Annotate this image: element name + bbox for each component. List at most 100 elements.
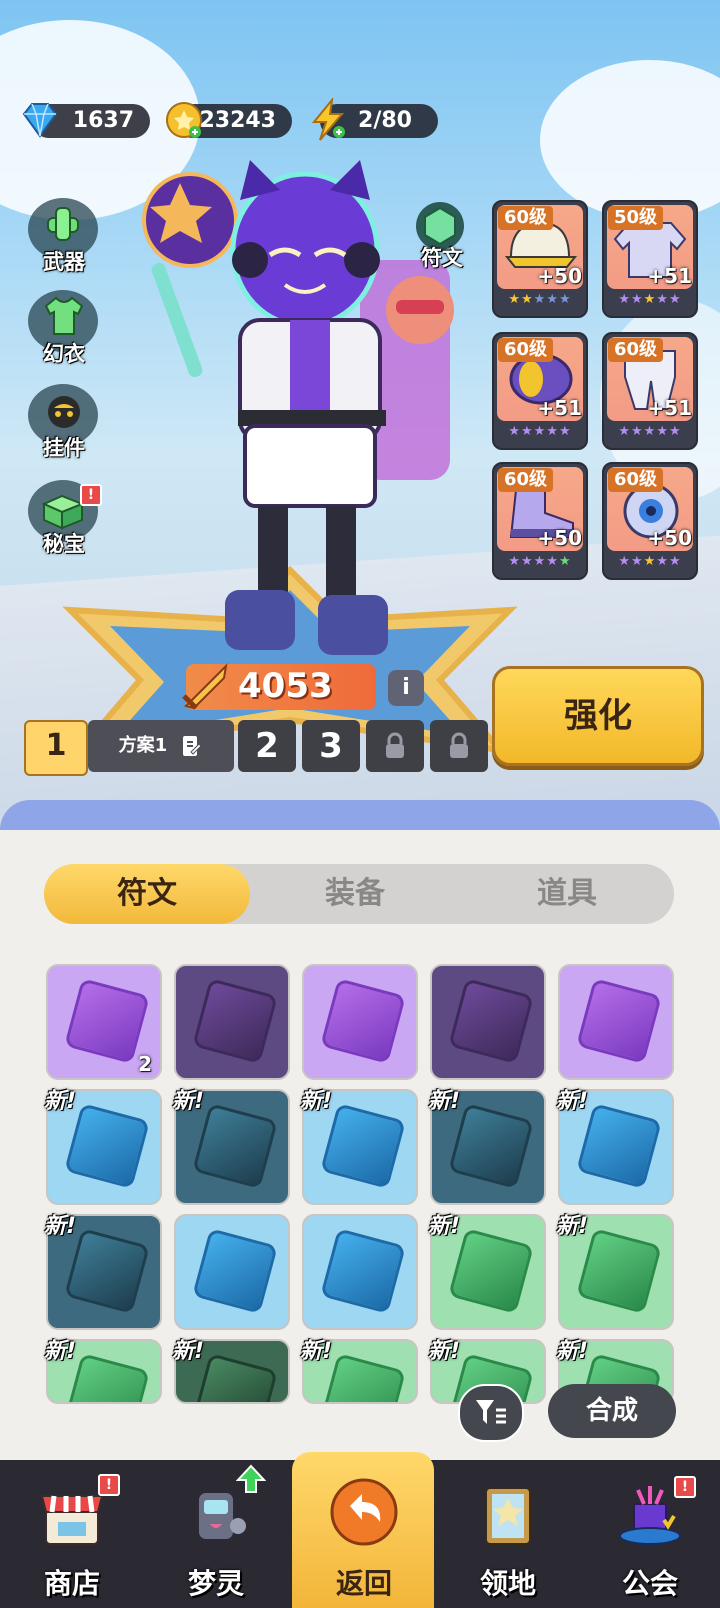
- new-tag: 新!: [428, 1089, 461, 1114]
- side-button-weapon[interactable]: 武器: [24, 198, 104, 286]
- nav-shop[interactable]: ! 商店: [0, 1460, 144, 1608]
- nav-dream-spirit[interactable]: 梦灵: [144, 1460, 288, 1608]
- tab-equipment[interactable]: 装备: [250, 864, 460, 924]
- side-button-outfit[interactable]: 幻衣: [24, 290, 104, 378]
- equip-stars: ★★★★★: [508, 554, 572, 569]
- side-label-weapon: 武器: [43, 250, 85, 274]
- rune-tile[interactable]: 2: [46, 964, 162, 1080]
- outfit-icon: [44, 296, 84, 335]
- equip-stars: ★★★★★: [618, 554, 682, 569]
- plan-name-field[interactable]: 方案1: [88, 720, 234, 772]
- rune-tile[interactable]: 新!: [556, 1214, 674, 1330]
- equip-bonus: +51: [647, 396, 692, 420]
- rune-gem-icon: [576, 978, 662, 1064]
- nav-territory[interactable]: 领地: [436, 1460, 580, 1608]
- nav-guild[interactable]: ! 公会: [578, 1460, 720, 1608]
- rune-tile[interactable]: [302, 964, 418, 1080]
- rune-tile[interactable]: 新!: [44, 1339, 162, 1404]
- rune-tile[interactable]: 新!: [172, 1089, 290, 1205]
- inventory-tabs: 符文 装备 道具: [44, 864, 674, 924]
- nav-dream-spirit-label: 梦灵: [187, 1567, 244, 1600]
- equip-level: 60级: [608, 468, 664, 492]
- plan-tab-3[interactable]: 3: [302, 720, 360, 772]
- rune-gem-icon: [64, 1103, 150, 1189]
- side-label-outfit: 幻衣: [43, 342, 85, 366]
- rune-tile[interactable]: 新!: [428, 1089, 546, 1205]
- rune-gem-icon: [64, 1228, 150, 1314]
- rune-tile[interactable]: 新!: [44, 1089, 162, 1205]
- combat-power: 4053: [182, 663, 376, 710]
- lock-icon: [450, 732, 468, 758]
- rune-tile[interactable]: [558, 964, 674, 1080]
- new-tag: 新!: [300, 1089, 333, 1114]
- rune-tile[interactable]: 新!: [300, 1339, 418, 1404]
- nav-back-label: 返回: [335, 1567, 392, 1600]
- side-button-pendant[interactable]: 挂件: [24, 384, 104, 472]
- rune-gem-icon: [192, 978, 278, 1064]
- guild-alert-badge: !: [674, 1476, 696, 1498]
- filter-button[interactable]: [458, 1384, 524, 1442]
- rune-button[interactable]: 符文: [404, 198, 480, 278]
- rune-tile[interactable]: [174, 964, 290, 1080]
- side-button-treasure[interactable]: ! 秘宝: [24, 480, 104, 568]
- diamond-amount: 1637: [72, 108, 134, 133]
- plan-tab-locked[interactable]: [430, 720, 488, 772]
- nav-territory-label: 领地: [479, 1567, 536, 1600]
- treasure-alert-badge: !: [80, 484, 102, 506]
- rune-count: 2: [138, 1052, 152, 1076]
- rune-tile[interactable]: [430, 964, 546, 1080]
- rune-label: 符文: [421, 246, 463, 270]
- equip-slot-orb[interactable]: 60级 +50 ★★★★★: [602, 462, 698, 580]
- new-tag: 新!: [556, 1089, 589, 1114]
- nav-back[interactable]: 返回: [292, 1452, 434, 1608]
- rune-tile[interactable]: 新!: [428, 1214, 546, 1330]
- tab-items[interactable]: 道具: [460, 864, 674, 924]
- energy-currency[interactable]: 2/80: [311, 98, 438, 141]
- rune-tile[interactable]: [302, 1214, 418, 1330]
- sword-icon: [182, 663, 228, 710]
- equip-stars: ★★★★★: [508, 292, 572, 307]
- equip-slot-jacket[interactable]: 50级 +51 ★★★★★: [602, 200, 698, 318]
- new-tag: 新!: [172, 1089, 205, 1114]
- diamond-currency[interactable]: 1637: [22, 103, 150, 138]
- tab-runes[interactable]: 符文: [44, 864, 250, 924]
- gold-currency[interactable]: 23243: [166, 102, 292, 138]
- rune-gem-icon: [576, 1228, 662, 1314]
- rune-tile[interactable]: 新!: [300, 1089, 418, 1205]
- equip-level: 60级: [498, 206, 554, 230]
- strengthen-button[interactable]: 强化: [492, 666, 704, 766]
- rune-gem-icon: [448, 1228, 534, 1314]
- equip-stars: ★★★★★: [618, 424, 682, 439]
- equip-bonus: +51: [647, 264, 692, 288]
- equip-bonus: +50: [537, 526, 582, 550]
- equip-slot-pants[interactable]: 60级 +51 ★★★★★: [602, 332, 698, 450]
- equip-level: 60级: [498, 468, 554, 492]
- compose-button[interactable]: 合成: [548, 1384, 676, 1438]
- plan-tab-2[interactable]: 2: [238, 720, 296, 772]
- equip-slot-helmet[interactable]: 60级 +50 ★★★★★: [492, 200, 588, 318]
- rune-gem-icon: [448, 1103, 534, 1189]
- equip-bonus: +50: [647, 526, 692, 550]
- new-tag: 新!: [44, 1339, 77, 1364]
- edit-icon[interactable]: [179, 734, 203, 758]
- new-tag: 新!: [428, 1339, 461, 1364]
- equip-slot-shoes[interactable]: 60级 +50 ★★★★★: [492, 462, 588, 580]
- equip-level: 60级: [498, 338, 554, 362]
- equip-stars: ★★★★★: [508, 424, 572, 439]
- new-tag: 新!: [556, 1214, 589, 1239]
- bottom-nav: ! 商店 梦灵 返回 领地 ! 公会: [0, 1452, 720, 1608]
- rune-gem-icon: [192, 1228, 278, 1314]
- rune-gem-icon: [320, 978, 406, 1064]
- rune-tile[interactable]: 新!: [556, 1089, 674, 1205]
- equip-slot-belt[interactable]: 60级 +51 ★★★★★: [492, 332, 588, 450]
- plan-tab-locked[interactable]: [366, 720, 424, 772]
- plan-name: 方案1: [118, 735, 168, 756]
- rune-tile[interactable]: [174, 1214, 290, 1330]
- rune-gem-icon: [320, 1103, 406, 1189]
- rune-tile[interactable]: 新!: [172, 1339, 290, 1404]
- info-button[interactable]: i: [388, 670, 424, 706]
- equip-bonus: +50: [537, 264, 582, 288]
- pendant-icon: [48, 396, 80, 428]
- rune-tile[interactable]: 新!: [44, 1214, 162, 1330]
- plan-tab-1[interactable]: 1: [24, 720, 88, 776]
